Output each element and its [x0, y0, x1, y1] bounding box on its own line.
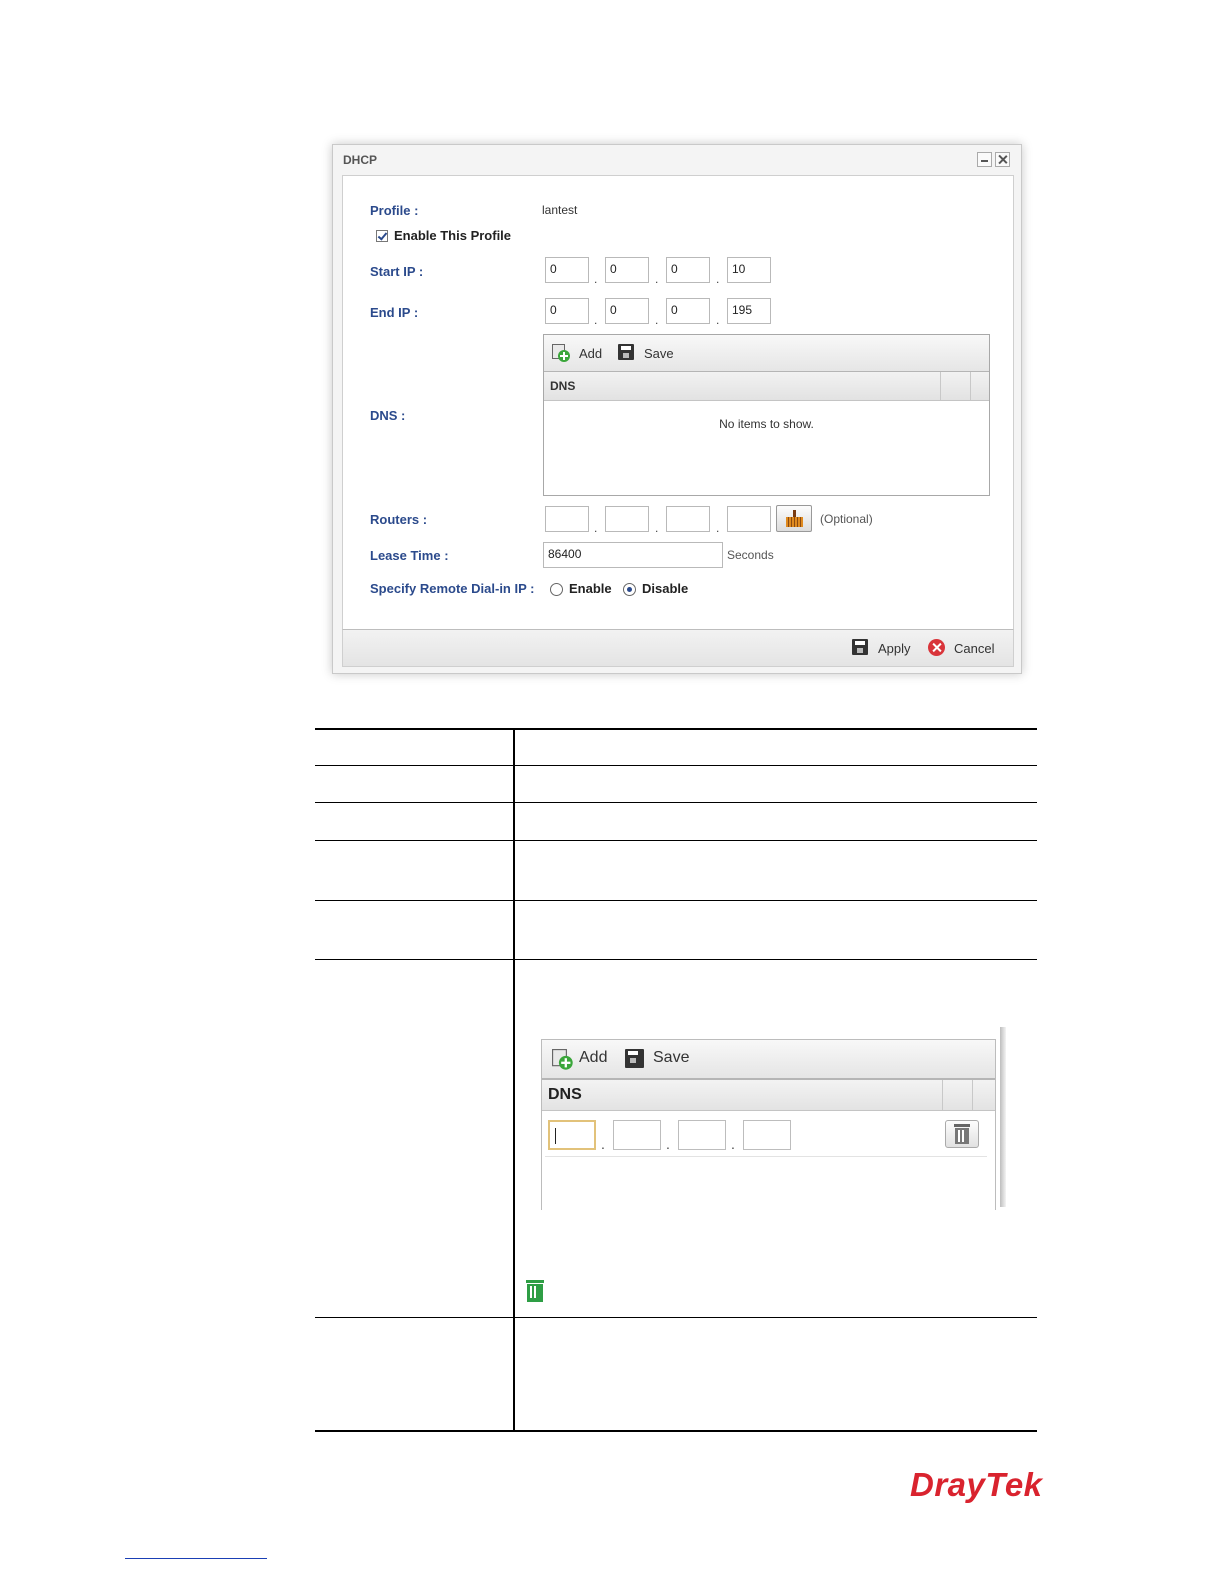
lease-time-label: Lease Time :	[370, 548, 449, 563]
remote-dialin-disable-label: Disable	[642, 581, 689, 596]
dns-column-header[interactable]: DNS	[550, 379, 575, 393]
table-bottom-rule	[315, 1430, 1037, 1432]
lease-time-unit: Seconds	[727, 548, 774, 562]
save-icon[interactable]	[625, 1049, 644, 1068]
remote-dialin-enable-label: Enable	[569, 581, 612, 596]
snippet-save-button[interactable]: Save	[653, 1049, 689, 1067]
cancel-button[interactable]: Cancel	[954, 641, 994, 656]
dialog-body: Profile : lantest Enable This Profile St…	[342, 175, 1014, 630]
ip-dot: .	[655, 313, 659, 327]
footer-link-line	[125, 1558, 267, 1559]
ip-dot: .	[716, 272, 720, 286]
router-octet-1[interactable]	[545, 506, 589, 532]
clear-routers-button[interactable]	[776, 505, 812, 532]
table-row-rule	[315, 1317, 1037, 1318]
table-top-rule	[315, 728, 1037, 730]
snippet-add-button[interactable]: Add	[579, 1049, 607, 1067]
table-row-rule	[315, 802, 1037, 803]
minimize-icon[interactable]	[977, 152, 992, 167]
snippet-dns-octet-1[interactable]	[548, 1120, 596, 1150]
ip-dot: .	[594, 272, 598, 286]
column-separator	[942, 1080, 943, 1110]
dialog-title: DHCP	[343, 153, 378, 167]
column-separator	[970, 372, 971, 400]
ip-dot: .	[655, 521, 659, 535]
add-icon[interactable]	[552, 344, 570, 362]
apply-icon[interactable]	[852, 639, 868, 655]
dns-grid-header: DNS	[544, 372, 989, 401]
table-row-rule	[315, 765, 1037, 766]
start-ip-octet-1[interactable]: 0	[545, 257, 589, 283]
router-octet-2[interactable]	[605, 506, 649, 532]
snippet-dns-octet-3[interactable]	[678, 1120, 726, 1150]
start-ip-octet-2[interactable]: 0	[605, 257, 649, 283]
table-column-rule	[513, 729, 515, 1432]
cancel-icon[interactable]	[928, 639, 945, 656]
snippet-row-divider	[545, 1156, 987, 1157]
table-row-rule	[315, 900, 1037, 901]
save-button[interactable]: Save	[644, 346, 674, 361]
remote-dialin-disable-radio[interactable]	[623, 583, 636, 596]
ip-dot: .	[666, 1136, 670, 1152]
ip-dot: .	[716, 521, 720, 535]
snippet-dns-column-header[interactable]: DNS	[548, 1086, 582, 1104]
remote-dialin-label: Specify Remote Dial-in IP :	[370, 581, 535, 596]
dns-label: DNS :	[370, 408, 406, 423]
routers-label: Routers :	[370, 512, 428, 527]
empty-message: No items to show.	[719, 417, 814, 431]
remote-dialin-enable-radio[interactable]	[550, 583, 563, 596]
dns-grid-toolbar: Add Save	[544, 335, 989, 372]
snippet-dns-octet-2[interactable]	[613, 1120, 661, 1150]
enable-profile-checkbox[interactable]	[376, 230, 388, 242]
snippet-header: DNS	[542, 1080, 995, 1111]
table-row-rule	[315, 840, 1037, 841]
column-separator	[972, 1080, 973, 1110]
profile-value: lantest	[542, 203, 578, 217]
apply-button[interactable]: Apply	[878, 641, 911, 656]
start-ip-label: Start IP :	[370, 264, 424, 279]
lease-time-input[interactable]: 86400	[543, 542, 723, 568]
dns-grid: Add Save DNS No items to show.	[543, 334, 990, 496]
trash-icon	[954, 1124, 970, 1144]
end-ip-label: End IP :	[370, 305, 419, 320]
ip-dot: .	[731, 1136, 735, 1152]
profile-label: Profile :	[370, 203, 419, 218]
start-ip-octet-4[interactable]: 10	[727, 257, 771, 283]
green-trash-icon	[526, 1280, 544, 1302]
draytek-logo: DrayTek	[910, 1466, 1043, 1503]
snippet-toolbar: Add Save	[542, 1040, 995, 1080]
add-button[interactable]: Add	[579, 346, 602, 361]
ip-dot: .	[655, 272, 659, 286]
add-icon[interactable]	[552, 1049, 573, 1070]
router-octet-4[interactable]	[727, 506, 771, 532]
column-separator	[940, 372, 941, 400]
end-ip-octet-4[interactable]: 195	[727, 298, 771, 324]
end-ip-octet-1[interactable]: 0	[545, 298, 589, 324]
dialog-footer: Apply Cancel	[342, 629, 1014, 667]
snippet-dns-octet-4[interactable]	[743, 1120, 791, 1150]
close-icon[interactable]	[995, 152, 1010, 167]
ip-dot: .	[594, 521, 598, 535]
end-ip-octet-3[interactable]: 0	[666, 298, 710, 324]
end-ip-octet-2[interactable]: 0	[605, 298, 649, 324]
dhcp-dialog: DHCP Profile : lantest Enable This Profi…	[332, 144, 1022, 674]
ip-dot: .	[716, 313, 720, 327]
enable-profile-label: Enable This Profile	[394, 228, 512, 243]
router-octet-3[interactable]	[666, 506, 710, 532]
delete-row-button[interactable]	[945, 1120, 979, 1148]
ip-dot: .	[594, 313, 598, 327]
snippet-shadow	[1000, 1027, 1006, 1207]
dns-grid-snippet: Add Save DNS . . .	[541, 1039, 996, 1210]
routers-optional-note: (Optional)	[820, 512, 873, 526]
table-row-rule	[315, 959, 1037, 960]
start-ip-octet-3[interactable]: 0	[666, 257, 710, 283]
dialog-title-bar[interactable]: DHCP	[333, 145, 1021, 174]
save-icon[interactable]	[618, 344, 634, 360]
ip-dot: .	[601, 1136, 605, 1152]
